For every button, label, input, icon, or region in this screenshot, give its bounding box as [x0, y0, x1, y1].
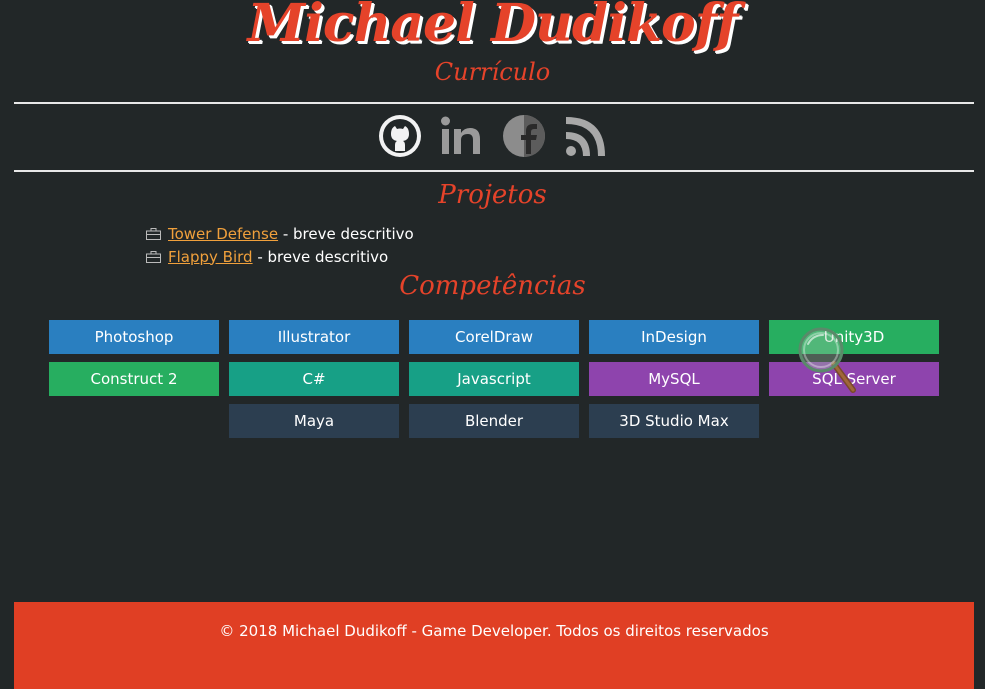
skills-heading: Competências	[399, 271, 586, 301]
skill-sql-server[interactable]: SQL Server	[769, 362, 939, 396]
facebook-icon[interactable]	[502, 114, 546, 158]
skill-construct-2[interactable]: Construct 2	[49, 362, 219, 396]
projects-list: Tower Defense - breve descritivo Flappy …	[146, 222, 414, 268]
skill-csharp[interactable]: C#	[229, 362, 399, 396]
divider-top	[14, 102, 974, 104]
skill-indesign[interactable]: InDesign	[589, 320, 759, 354]
skill-mysql[interactable]: MySQL	[589, 362, 759, 396]
project-description: - breve descritivo	[252, 247, 389, 266]
skill-unity3d[interactable]: Unity3D	[769, 320, 939, 354]
list-item: Flappy Bird - breve descritivo	[146, 245, 414, 268]
footer-copyright: © 2018 Michael Dudikoff - Game Developer…	[219, 622, 769, 640]
site-title: Michael Dudikoff	[247, 0, 739, 54]
project-description: - breve descritivo	[278, 224, 414, 243]
site-subtitle: Currículo	[434, 58, 551, 86]
rss-icon[interactable]	[564, 114, 608, 158]
github-icon[interactable]	[378, 114, 422, 158]
skill-photoshop[interactable]: Photoshop	[49, 320, 219, 354]
briefcase-icon	[146, 227, 161, 240]
page: Michael Dudikoff Currículo Projetos Towe…	[0, 0, 985, 689]
skill-blender[interactable]: Blender	[409, 404, 579, 438]
linkedin-icon[interactable]	[440, 114, 484, 158]
list-item: Tower Defense - breve descritivo	[146, 222, 414, 245]
skill-illustrator[interactable]: Illustrator	[229, 320, 399, 354]
skill-3d-studio-max[interactable]: 3D Studio Max	[589, 404, 759, 438]
skill-maya[interactable]: Maya	[229, 404, 399, 438]
projects-heading: Projetos	[438, 180, 547, 210]
divider-bottom	[14, 170, 974, 172]
project-link-tower-defense[interactable]: Tower Defense	[168, 225, 278, 243]
briefcase-icon	[146, 250, 161, 263]
skill-coreldraw[interactable]: CorelDraw	[409, 320, 579, 354]
footer: © 2018 Michael Dudikoff - Game Developer…	[14, 602, 974, 689]
social-links	[378, 114, 608, 158]
skill-javascript[interactable]: Javascript	[409, 362, 579, 396]
project-link-flappy-bird[interactable]: Flappy Bird	[168, 248, 253, 266]
